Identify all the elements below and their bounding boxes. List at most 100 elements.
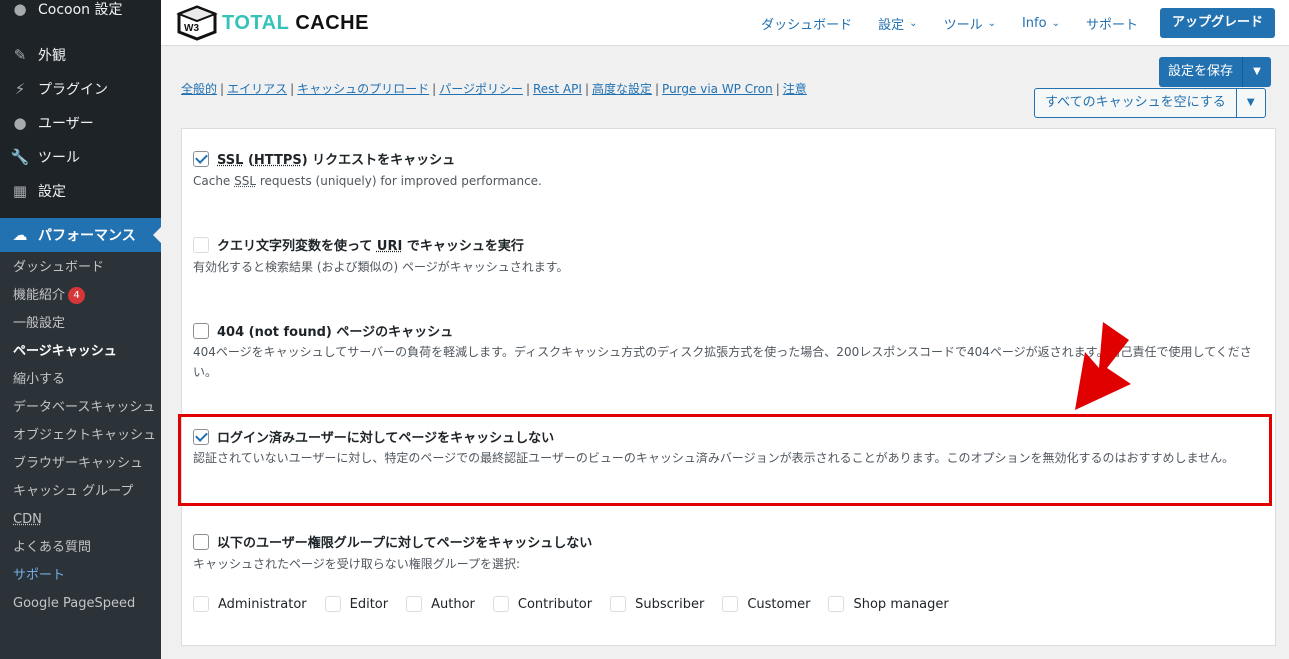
- subnav-link-purge-cron[interactable]: Purge via WP Cron: [662, 82, 773, 96]
- sidebar-item-users[interactable]: ● ユーザー: [0, 106, 161, 140]
- submenu-item-browser-cache[interactable]: ブラウザーキャッシュ: [0, 454, 161, 474]
- option-dont-cache-roles: 以下のユーザー権限グループに対してページをキャッシュしない キャッシュされたペー…: [193, 532, 1253, 574]
- highlight-box: [178, 414, 1272, 506]
- upgrade-button[interactable]: アップグレード: [1159, 8, 1275, 38]
- sidebar-item-tools[interactable]: 🔧 ツール: [0, 140, 161, 174]
- sidebar-item-label: ユーザー: [38, 116, 94, 132]
- sidebar-item-label: 設定: [38, 184, 66, 200]
- option-cache-query-strings: クエリ文字列変数を使って URI でキャッシュを実行 有効化すると検索結果 (お…: [193, 235, 1253, 277]
- submenu-item-pagespeed[interactable]: Google PageSpeed: [0, 594, 161, 614]
- option-description: キャッシュされたページを受け取らない権限グループを選択:: [193, 557, 521, 571]
- chevron-down-icon[interactable]: ▼: [1243, 57, 1271, 87]
- performance-submenu: ダッシュボード 機能紹介 4 一般設定 ページキャッシュ 縮小する データベースキ…: [0, 252, 161, 659]
- subnav-link-general[interactable]: 全般的: [181, 82, 217, 96]
- w3-total-cache-logo: W3 TOTAL CACHE: [175, 4, 369, 42]
- empty-caches-split-button: すべてのキャッシュを空にする ▼: [1034, 88, 1266, 118]
- option-description: Cache SSL requests (uniquely) for improv…: [193, 174, 542, 188]
- option-cache-ssl: SSL (HTTPS) リクエストをキャッシュ Cache SSL reques…: [193, 149, 1253, 191]
- role-checkbox[interactable]: [492, 596, 509, 612]
- logo-word-cache: CACHE: [295, 11, 369, 34]
- submenu-item-faq[interactable]: よくある質問: [0, 538, 161, 558]
- subnav-link-rest-api[interactable]: Rest API: [533, 82, 582, 96]
- submenu-item-label: 機能紹介: [13, 288, 66, 303]
- chevron-down-icon: ⌄: [987, 17, 996, 29]
- save-settings-button[interactable]: 設定を保存: [1159, 57, 1244, 87]
- cube-logo-icon: W3: [176, 5, 218, 41]
- performance-icon: ☁: [12, 226, 28, 244]
- empty-all-caches-button[interactable]: すべてのキャッシュを空にする: [1035, 89, 1237, 117]
- role-checkbox-list: Administrator Editor Author Contributor …: [193, 596, 967, 612]
- role-checkbox[interactable]: [406, 596, 423, 612]
- role-checkbox[interactable]: [722, 596, 739, 612]
- red-arrow-icon: [1075, 322, 1131, 410]
- subnav-link-advanced[interactable]: 高度な設定: [592, 82, 652, 96]
- option-checkbox[interactable]: [193, 322, 209, 339]
- submenu-item-database-cache[interactable]: データベースキャッシュ: [0, 398, 161, 418]
- option-title: 以下のユーザー権限グループに対してページをキャッシュしない: [217, 536, 593, 551]
- role-customer[interactable]: Customer: [722, 596, 810, 612]
- sidebar-item-label: Cocoon 設定: [38, 2, 123, 18]
- sidebar-item-label: 外観: [38, 48, 66, 64]
- page-cache-subnav: 全般的 | エイリアス | キャッシュのプリロード | パージポリシー | Rest API | 高…: [181, 82, 807, 96]
- option-checkbox[interactable]: [193, 236, 209, 253]
- option-title: SSL (HTTPS) リクエストをキャッシュ: [217, 153, 456, 168]
- role-checkbox[interactable]: [193, 596, 209, 612]
- sidebar-item-label: プラグイン: [38, 82, 108, 98]
- nav-support[interactable]: サポート: [1086, 14, 1138, 33]
- top-navigation: ダッシュボード 設定 ⌄ ツール ⌄ Info ⌄ サポート アップグレード: [735, 8, 1275, 38]
- submenu-item-dashboard[interactable]: ダッシュボード: [0, 258, 161, 278]
- option-title: 404 (not found) ページのキャッシュ: [217, 325, 454, 340]
- sidebar-item-performance[interactable]: ☁ パフォーマンス: [0, 218, 161, 252]
- subnav-link-note[interactable]: 注意: [783, 82, 807, 96]
- settings-icon: ▦: [12, 182, 28, 200]
- admin-sidebar: ● Cocoon 設定 ✎ 外観 ⚡ プラグイン ● ユーザー 🔧 ツール ▦ …: [0, 0, 161, 659]
- subnav-link-aliases[interactable]: エイリアス: [227, 82, 287, 96]
- sidebar-item-label: パフォーマンス: [38, 228, 136, 244]
- paintbrush-icon: ✎: [13, 46, 27, 64]
- role-checkbox[interactable]: [610, 596, 627, 612]
- submenu-item-general[interactable]: 一般設定: [0, 314, 161, 334]
- role-checkbox[interactable]: [828, 596, 845, 612]
- svg-text:W3: W3: [184, 23, 199, 34]
- option-checkbox[interactable]: [193, 150, 209, 167]
- option-checkbox[interactable]: [193, 533, 209, 550]
- option-description: 有効化すると検索結果 (および類似の) ページがキャッシュされます。: [193, 260, 569, 274]
- nav-tools[interactable]: ツール ⌄: [944, 14, 996, 33]
- subnav-link-purge-policy[interactable]: パージポリシー: [439, 82, 523, 96]
- chevron-down-icon[interactable]: ▼: [1237, 89, 1265, 117]
- role-contributor[interactable]: Contributor: [492, 596, 592, 612]
- sidebar-item-plugins[interactable]: ⚡ プラグイン: [0, 72, 161, 106]
- submenu-item-cache-groups[interactable]: キャッシュ グループ: [0, 482, 161, 502]
- role-subscriber[interactable]: Subscriber: [610, 596, 704, 612]
- role-editor[interactable]: Editor: [324, 596, 388, 612]
- option-title: クエリ文字列変数を使って URI でキャッシュを実行: [217, 239, 524, 254]
- role-checkbox[interactable]: [324, 596, 341, 612]
- role-author[interactable]: Author: [406, 596, 475, 612]
- nav-info[interactable]: Info ⌄: [1022, 16, 1060, 31]
- role-administrator[interactable]: Administrator: [193, 596, 307, 612]
- submenu-item-object-cache[interactable]: オブジェクトキャッシュ: [0, 426, 161, 446]
- logo-word-total: TOTAL: [222, 11, 290, 34]
- sidebar-item-cocoon[interactable]: ● Cocoon 設定: [0, 0, 161, 20]
- submenu-item-support[interactable]: サポート: [0, 566, 161, 586]
- chevron-down-icon: ⌄: [1051, 17, 1060, 29]
- sidebar-item-appearance[interactable]: ✎ 外観: [0, 38, 161, 72]
- nav-settings[interactable]: 設定 ⌄: [878, 14, 917, 33]
- submenu-item-cdn[interactable]: CDN: [0, 510, 161, 530]
- save-settings-split-button: 設定を保存 ▼: [1159, 57, 1272, 87]
- notification-badge: 4: [68, 287, 86, 304]
- plugin-header: W3 TOTAL CACHE ダッシュボード 設定 ⌄ ツール ⌄ Info ⌄ サポ…: [161, 0, 1289, 46]
- user-icon: ●: [13, 114, 27, 132]
- chevron-down-icon: ⌄: [909, 17, 918, 29]
- role-shop-manager[interactable]: Shop manager: [828, 596, 949, 612]
- nav-dashboard[interactable]: ダッシュボード: [761, 14, 852, 33]
- sidebar-item-settings[interactable]: ▦ 設定: [0, 174, 161, 208]
- sidebar-item-label: ツール: [38, 150, 80, 166]
- plug-icon: ⚡: [14, 80, 26, 98]
- subnav-link-preload[interactable]: キャッシュのプリロード: [297, 82, 429, 96]
- submenu-item-page-cache[interactable]: ページキャッシュ: [0, 342, 161, 362]
- circle-icon: ●: [13, 0, 27, 18]
- submenu-item-minify[interactable]: 縮小する: [0, 370, 161, 390]
- wrench-icon: 🔧: [10, 148, 30, 166]
- submenu-item-feature-showcase[interactable]: 機能紹介 4: [0, 286, 161, 306]
